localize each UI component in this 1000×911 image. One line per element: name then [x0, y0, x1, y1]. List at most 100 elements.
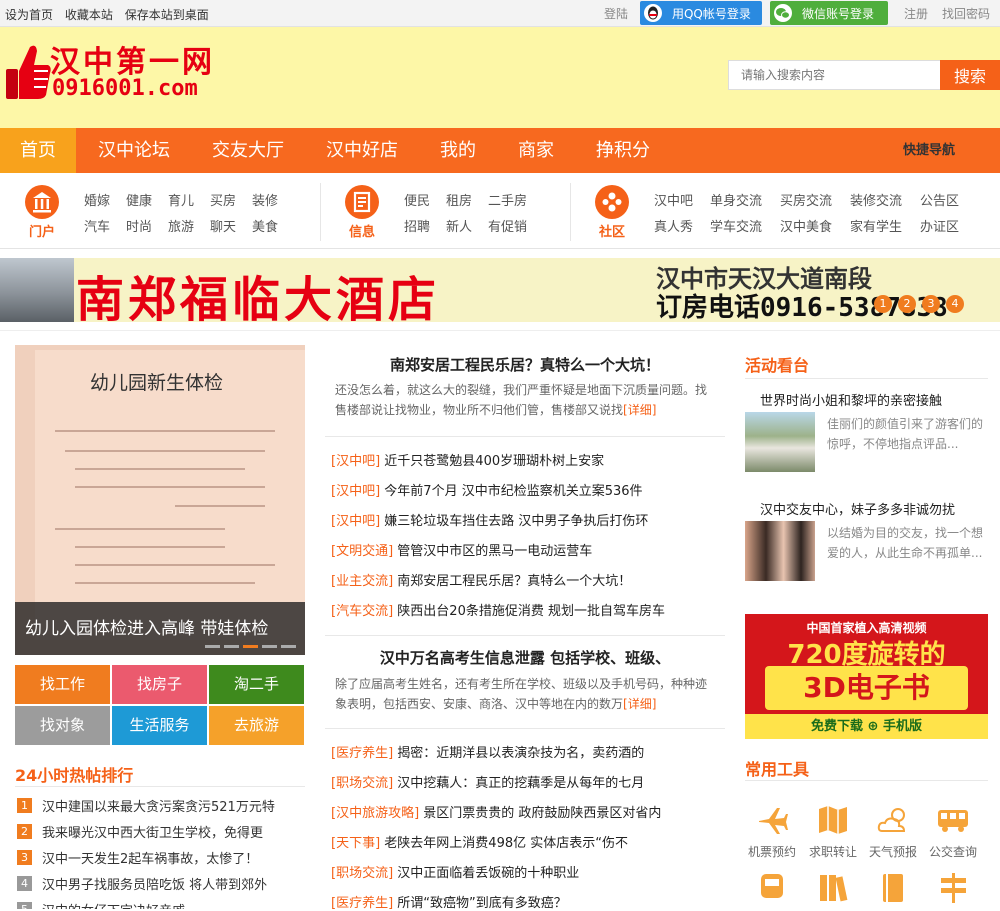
- cat-link[interactable]: 装修: [252, 190, 278, 209]
- cat-link[interactable]: 租房: [446, 190, 472, 209]
- quick-secondhand[interactable]: 淘二手: [209, 665, 304, 704]
- quick-nav[interactable]: 快捷导航: [903, 128, 955, 173]
- cat-link[interactable]: 便民: [404, 190, 430, 209]
- cat-link[interactable]: 美食: [252, 216, 278, 235]
- nav-dating[interactable]: 交友大厅: [198, 128, 298, 173]
- activity-title-text[interactable]: 汉中交友中心，妹子多多非诚勿扰: [760, 499, 955, 518]
- cat-link[interactable]: 育儿: [168, 190, 194, 209]
- news-item[interactable]: [汽车交流] 陕西出台20条措施促消费 规划一批自驾车房车: [331, 600, 731, 619]
- slider-dot[interactable]: [224, 645, 239, 648]
- news-item[interactable]: [医疗养生] 所谓“致癌物”到底有多致癌？: [331, 892, 731, 911]
- cat-link[interactable]: 招聘: [404, 216, 430, 235]
- banner-dot[interactable]: 2: [898, 295, 916, 313]
- tool-books[interactable]: [803, 871, 863, 905]
- activity-item[interactable]: 汉中交友中心，妹子多多非诚勿扰 以结婚为目的交友，找一个想爱的人，从此生命不再孤…: [745, 497, 988, 597]
- activity-item[interactable]: 世界时尚小姐和黎坪的亲密接触 佳丽们的颜值引来了游客们的惊呼，不停地指点评品..…: [745, 388, 988, 488]
- hot-post-item[interactable]: 5汉中的女仔下定决好亲戚: [15, 899, 305, 909]
- wechat-login-button[interactable]: 微信账号登录: [769, 1, 888, 25]
- news-item[interactable]: [医疗养生] 揭密：近期洋县以表演杂技为名，卖药酒的: [331, 742, 731, 761]
- tool-flight[interactable]: 机票预约: [742, 803, 802, 860]
- banner-dot[interactable]: 1: [874, 295, 892, 313]
- quick-find-house[interactable]: 找房子: [112, 665, 207, 704]
- cat-link[interactable]: 单身交流: [710, 190, 762, 209]
- search-button[interactable]: 搜索: [940, 60, 1000, 90]
- slider-dot[interactable]: [243, 645, 258, 648]
- quick-find-job[interactable]: 找工作: [15, 665, 110, 704]
- nav-mine[interactable]: 我的: [428, 128, 488, 173]
- cat-link[interactable]: 装修交流: [850, 190, 902, 209]
- 3d-ebook-ad[interactable]: 中国首家植入高清视频 720度旋转的 3D电子书 免费下载 ⊕ 手机版: [745, 614, 988, 739]
- news-item[interactable]: [业主交流] 南郑安居工程民乐居？真特么一个大坑！: [331, 570, 731, 589]
- nav-earn-points[interactable]: 挣积分: [586, 128, 660, 173]
- headline-1[interactable]: 南郑安居工程民乐居？真特么一个大坑！: [325, 354, 725, 375]
- activity-photo[interactable]: [745, 412, 815, 472]
- banner-dot[interactable]: 4: [946, 295, 964, 313]
- tool-book[interactable]: [863, 871, 923, 905]
- activity-photo[interactable]: [745, 521, 815, 581]
- bookmark-link[interactable]: 收藏本站: [65, 8, 113, 22]
- set-homepage-link[interactable]: 设为首页: [5, 8, 53, 22]
- cat-link[interactable]: 健康: [126, 190, 152, 209]
- register-link[interactable]: 注册: [904, 5, 928, 22]
- slider-dot[interactable]: [205, 645, 220, 648]
- login-link[interactable]: 登陆: [604, 5, 628, 22]
- nav-forum[interactable]: 汉中论坛: [84, 128, 184, 173]
- cat-link[interactable]: 买房: [210, 190, 236, 209]
- cat-link[interactable]: 学车交流: [710, 216, 762, 235]
- more-link[interactable]: [详细]: [623, 697, 656, 711]
- tool-bus[interactable]: 公交查询: [923, 803, 983, 860]
- find-password-link[interactable]: 找回密码: [942, 5, 990, 22]
- cat-link[interactable]: 办证区: [920, 216, 959, 235]
- news-item[interactable]: [职场交流] 汉中正面临着丢饭碗的十种职业: [331, 862, 731, 881]
- nav-merchants[interactable]: 商家: [506, 128, 566, 173]
- hot-post-item[interactable]: 1 汉中建国以来最大贪污案贪污521万元特: [15, 795, 305, 819]
- search-input[interactable]: [728, 60, 940, 90]
- ad-download[interactable]: 免费下载 ⊕ 手机版: [745, 714, 988, 739]
- cat-link[interactable]: 真人秀: [654, 216, 693, 235]
- cat-link[interactable]: 买房交流: [780, 190, 832, 209]
- cat-link[interactable]: 新人: [446, 216, 472, 235]
- news-item[interactable]: [汉中吧] 今年前7个月 汉中市纪检监察机关立案536件: [331, 480, 731, 499]
- hot-post-item[interactable]: 2 我来曝光汉中西大街卫生学校，免得更: [15, 821, 305, 845]
- news-item[interactable]: [汉中吧] 嫌三轮垃圾车挡住去路 汉中男子争执后打伤环: [331, 510, 731, 529]
- cat-link[interactable]: 家有学生: [850, 216, 902, 235]
- hot-post-item[interactable]: 3 汉中一天发生2起车祸事故，太惨了！: [15, 847, 305, 871]
- tool-train[interactable]: [742, 871, 802, 905]
- cat-link[interactable]: 汉中美食: [780, 216, 832, 235]
- nav-home[interactable]: 首页: [0, 128, 76, 173]
- news-item[interactable]: [汉中旅游攻略] 景区门票贵贵的 政府鼓励陕西景区对省内: [331, 802, 731, 821]
- cat-link[interactable]: 聊天: [210, 216, 236, 235]
- cat-link[interactable]: 二手房: [488, 190, 527, 209]
- quick-life-service[interactable]: 生活服务: [112, 706, 207, 745]
- nav-shops[interactable]: 汉中好店: [312, 128, 412, 173]
- cat-link[interactable]: 汽车: [84, 216, 110, 235]
- tool-map[interactable]: 求职转让: [803, 803, 863, 860]
- cat-link[interactable]: 汉中吧: [654, 190, 693, 209]
- news-item[interactable]: [文明交通] 管管汉中市区的黑马一电动运营车: [331, 540, 731, 559]
- hotel-banner-ad[interactable]: 南郑福临大酒店 汉中市天汉大道南段 订房电话0916-5387838: [0, 258, 1000, 322]
- save-desktop-link[interactable]: 保存本站到桌面: [125, 8, 209, 22]
- headline-2[interactable]: 汉中万名高考生信息泄露 包括学校、班级、: [325, 647, 725, 668]
- slider-dot[interactable]: [262, 645, 277, 648]
- cat-link[interactable]: 公告区: [920, 190, 959, 209]
- logo-title[interactable]: 汉中第一网: [50, 37, 215, 81]
- news-item[interactable]: [汉中吧] 近千只苍鹭勉县400岁珊瑚朴树上安家: [331, 450, 731, 469]
- activity-title-text[interactable]: 世界时尚小姐和黎坪的亲密接触: [760, 390, 942, 409]
- train-icon: [755, 871, 789, 905]
- hot-post-item[interactable]: 4 汉中男子找服务员陪吃饭 将人带到郊外: [15, 873, 305, 897]
- tool-weather[interactable]: 天气预报: [863, 803, 923, 860]
- cat-link[interactable]: 婚嫁: [84, 190, 110, 209]
- quick-travel[interactable]: 去旅游: [209, 706, 304, 745]
- slider-dot[interactable]: [281, 645, 296, 648]
- cat-link[interactable]: 时尚: [126, 216, 152, 235]
- more-link[interactable]: [详细]: [623, 403, 656, 417]
- news-item[interactable]: [天下事] 老陕去年网上消费498亿 实体店表示“伤不: [331, 832, 731, 851]
- news-item[interactable]: [职场交流] 汉中挖藕人：真正的挖藕季是从每年的七月: [331, 772, 731, 791]
- photo-slider[interactable]: 幼儿园新生体检 幼儿入园体检进入高峰 带娃体检: [15, 345, 305, 655]
- cat-link[interactable]: 有促销: [488, 216, 527, 235]
- banner-dot[interactable]: 3: [922, 295, 940, 313]
- tool-signpost[interactable]: [923, 871, 983, 905]
- qq-login-button[interactable]: 用QQ帐号登录: [639, 1, 762, 25]
- cat-link[interactable]: 旅游: [168, 216, 194, 235]
- quick-find-partner[interactable]: 找对象: [15, 706, 110, 745]
